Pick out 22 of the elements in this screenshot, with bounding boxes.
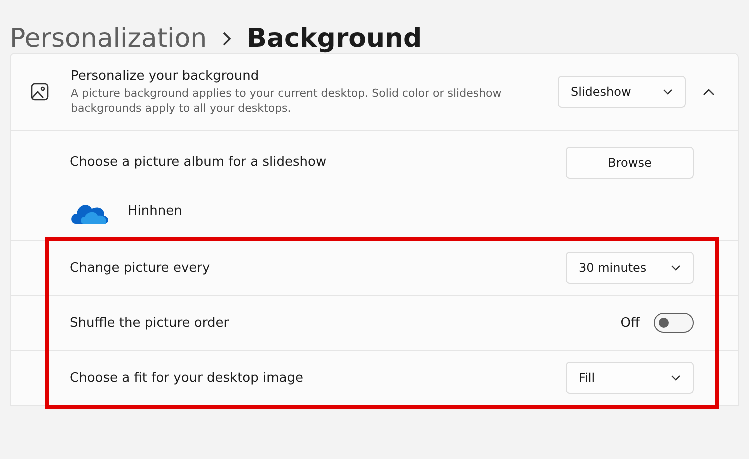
page-title: Background (247, 24, 422, 54)
chevron-down-icon (671, 375, 681, 381)
card-title: Personalize your background (71, 68, 260, 84)
dropdown[interactable]: Slideshow (558, 76, 686, 108)
card-description: A picture background applies to your current desktop. Solid color or slideshow backgrounds apply to all your desktops. (71, 86, 503, 116)
setting-label: Choose a fit for your desktop image (70, 370, 304, 386)
toggle-state: Off (620, 316, 640, 330)
setting-label: Choose a picture album for a slideshow (70, 155, 327, 170)
chevron-right-icon (223, 32, 232, 46)
folder-name: Hinhnen (128, 204, 182, 219)
setting-label: Change picture every (70, 260, 210, 276)
setting-label: Shuffle the picture order (70, 316, 230, 330)
settings-card-header[interactable]: Personalize your background A picture background applies to your current desktop. Solid color or slideshow backgrounds apply to all your desktops. Slideshow (10, 53, 739, 131)
chevron-down-icon (663, 89, 673, 95)
chevron-down-icon (671, 265, 681, 271)
breadcrumb-link[interactable]: Personalization (10, 24, 208, 54)
dropdown[interactable]: Fill (566, 362, 694, 394)
dropdown[interactable]: 30 minutes (566, 252, 694, 284)
browse-button[interactable]: Browse (566, 146, 694, 178)
chevron-up-icon (703, 88, 715, 96)
image-icon (31, 83, 49, 101)
toggle-switch[interactable] (654, 313, 694, 333)
